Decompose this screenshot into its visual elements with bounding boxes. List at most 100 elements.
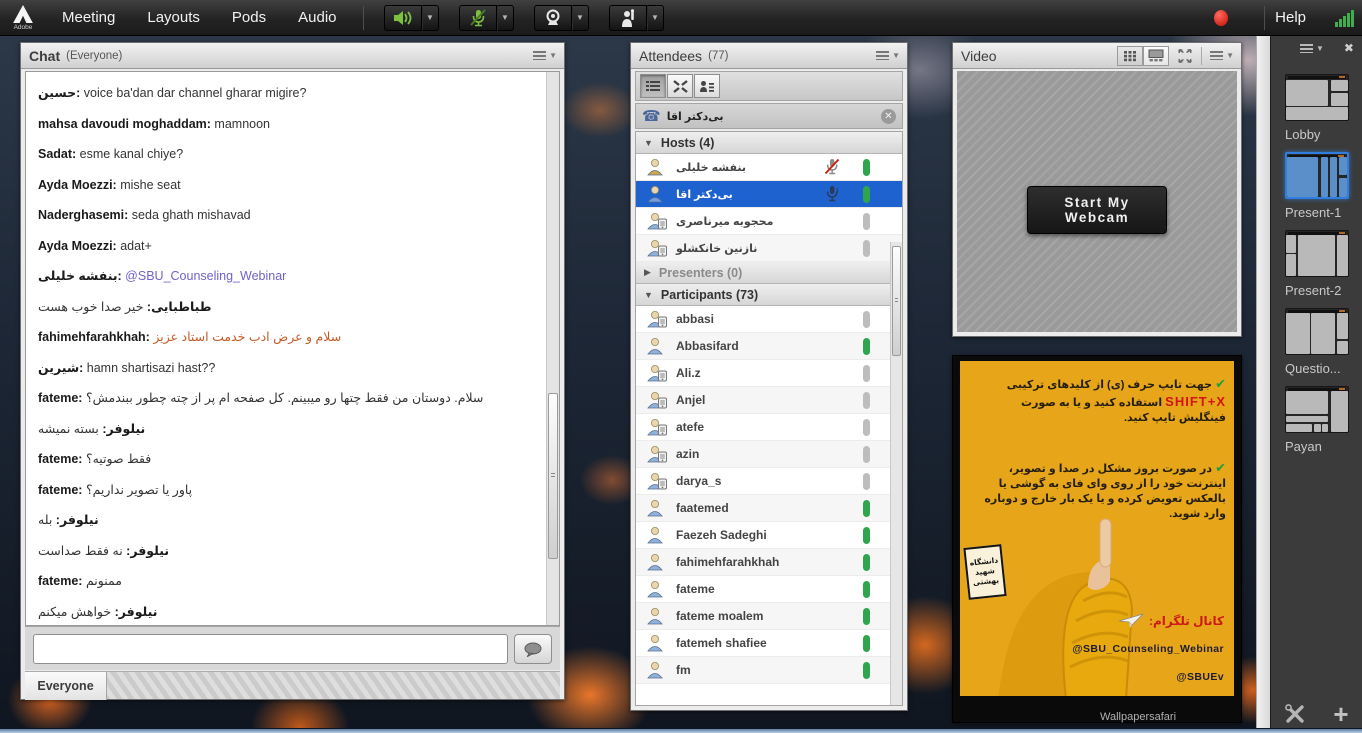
add-layout-icon[interactable]: + [1333,704,1348,724]
chat-message-text[interactable]: @SBU_Counseling_Webinar [122,269,287,283]
person-mobile-icon [646,212,668,230]
menu-audio[interactable]: Audio [282,0,352,36]
participant-row[interactable]: azin [636,441,902,468]
speaker-button[interactable] [384,5,422,31]
close-icon[interactable]: ✕ [881,109,896,124]
breakout-view-button[interactable] [667,74,693,98]
raise-hand-dropdown[interactable]: ▼ [647,5,664,31]
video-preview-area: Start My Webcam [957,71,1237,332]
layout-option-questio[interactable]: Questio... [1285,308,1362,376]
attendee-list-view-button[interactable] [640,74,666,98]
chat-message: بنفشه خلیلی: @SBU_Counseling_Webinar [38,269,545,284]
host-person-icon [646,158,668,176]
layout-thumbnail[interactable] [1285,74,1349,121]
chat-message-author: fateme: [38,391,82,405]
fullscreen-icon[interactable] [1177,49,1193,63]
header-separator [1201,47,1202,65]
chat-message-input[interactable] [33,634,508,664]
sidebar-close-icon[interactable]: ✖ [1344,41,1354,55]
participant-row[interactable]: fatemeh shafiee [636,630,902,657]
chat-scrollbar[interactable] [546,72,559,625]
attendees-pod-title: Attendees [639,48,702,64]
participant-row[interactable]: atefe [636,414,902,441]
grid-view-button[interactable] [1117,46,1143,66]
chat-message: Naderghasemi: seda ghath mishavad [38,208,545,223]
layout-thumbnail[interactable] [1285,308,1349,355]
participant-row[interactable]: Faezeh Sadeghi [636,522,902,549]
participant-row[interactable]: fateme moalem [636,603,902,630]
video-pod-menu-icon[interactable]: ▼ [1210,51,1233,60]
webcam-dropdown[interactable]: ▼ [572,5,589,31]
telegram-channel-label: کانال تلگرام: [1149,614,1224,628]
status-pill [863,446,870,463]
microphone-button[interactable] [459,5,497,31]
chat-message-text: سلام و عرض ادب خدمت استاد عزیز [150,330,341,344]
host-row[interactable]: محجوبه میرناصری [636,208,902,235]
attendees-scrollbar-thumb[interactable] [892,246,901,356]
participant-row[interactable]: fahimehfarahkhah [636,549,902,576]
status-pill [863,159,870,176]
participant-row[interactable]: faatemed [636,495,902,522]
chat-message-text: خیر صدا خوب هست [38,300,147,314]
layout-tools-icon[interactable] [1284,703,1306,725]
participant-row[interactable]: abbasi [636,306,902,333]
host-row[interactable]: بی‌دکتر اقا [636,181,902,208]
chat-send-button[interactable] [514,634,552,664]
adobe-logo-text: Adobe [14,24,33,31]
participant-row[interactable]: darya_s [636,468,902,495]
section-participants[interactable]: ▼ Participants (73) [636,284,902,306]
attendee-name: نازنین خانکشلو [676,242,757,255]
menu-meeting[interactable]: Meeting [46,0,131,36]
attendees-list: ▼ Hosts (4) بنفشه خلیلیبی‌دکتر اقامحجوبه… [635,131,903,706]
paper-plane-icon [1118,613,1144,629]
attendees-scrollbar[interactable] [890,242,902,705]
chat-message: fateme: ممنونم [38,574,545,589]
chat-message: شیرین: hamn shartisazi hast?? [38,361,545,376]
layout-label: Present-1 [1285,205,1362,220]
participant-row[interactable]: Ali.z [636,360,902,387]
status-pill [863,311,870,328]
sidebar-menu-icon[interactable]: ▼ [1300,44,1323,53]
participant-row[interactable]: fateme [636,576,902,603]
layout-thumbnail[interactable] [1285,386,1349,433]
stage-scroll-strip[interactable] [1256,36,1270,733]
participant-row[interactable]: Anjel [636,387,902,414]
menu-layouts[interactable]: Layouts [131,0,216,36]
webcam-icon [543,9,563,27]
participant-row[interactable]: fm [636,657,902,684]
layout-option-present1[interactable]: Present-1 [1285,152,1362,220]
status-pill [863,186,870,203]
attendee-status-view-button[interactable] [694,74,720,98]
participant-row[interactable]: Abbasifard [636,333,902,360]
host-rows: بنفشه خلیلیبی‌دکتر اقامحجوبه میرناصری ناز… [636,154,902,262]
breakout-view-icon [673,80,688,93]
host-row[interactable]: بنفشه خلیلی [636,154,902,181]
speaker-dropdown[interactable]: ▼ [422,5,439,31]
host-row[interactable]: نازنین خانکشلو [636,235,902,262]
chat-message-text: adat+ [117,239,152,253]
chat-message-text: نه فقط صداست [38,544,126,558]
layout-option-present2[interactable]: Present-2 [1285,230,1362,298]
recording-indicator-icon[interactable] [1214,10,1228,26]
toolbar-separator [363,6,364,30]
connection-signal-icon[interactable] [1334,9,1354,27]
start-webcam-button[interactable]: Start My Webcam [1027,186,1167,234]
help-menu[interactable]: Help [1275,9,1306,26]
microphone-dropdown[interactable]: ▼ [497,5,514,31]
webcam-button[interactable] [534,5,572,31]
layout-thumbnail[interactable] [1285,152,1349,199]
section-presenters[interactable]: ▶ Presenters (0) [636,262,902,284]
video-pod-title: Video [961,48,997,64]
chat-scrollbar-thumb[interactable] [548,393,558,559]
section-hosts[interactable]: ▼ Hosts (4) [636,132,902,154]
menu-pods[interactable]: Pods [216,0,282,36]
filmstrip-view-button[interactable] [1143,46,1169,66]
tab-everyone[interactable]: Everyone [25,672,107,700]
attendee-name: Ali.z [676,366,701,380]
raise-hand-button[interactable] [609,5,647,31]
chat-pod-menu-icon[interactable]: ▼ [533,51,556,60]
layout-option-payan[interactable]: Payan [1285,386,1362,454]
layout-option-lobby[interactable]: Lobby [1285,74,1362,142]
attendees-pod-menu-icon[interactable]: ▼ [876,51,899,60]
layout-thumbnail[interactable] [1285,230,1349,277]
